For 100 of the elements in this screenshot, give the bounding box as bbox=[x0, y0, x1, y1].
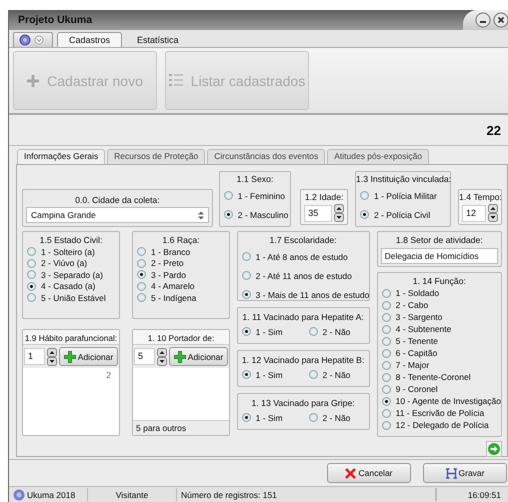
group-title: 0.0. Cidade da coleta: bbox=[74, 194, 161, 207]
option-label: 1 - Até 8 anos de estudo bbox=[256, 252, 348, 262]
group-title: 1. 10 Portador de: bbox=[133, 330, 229, 345]
plus-icon bbox=[27, 74, 40, 86]
radio-button[interactable] bbox=[242, 327, 251, 336]
radio-button[interactable] bbox=[382, 288, 391, 298]
radio-button[interactable] bbox=[308, 413, 318, 422]
city-dropdown[interactable]: Campina Grande bbox=[26, 207, 209, 223]
radio-button[interactable] bbox=[382, 336, 391, 346]
radio-button[interactable] bbox=[382, 324, 391, 334]
radio-button[interactable] bbox=[27, 270, 36, 280]
save-button[interactable]: Gravar bbox=[423, 463, 507, 483]
option-label: 4 - Subtenente bbox=[396, 324, 452, 334]
menu-tab[interactable]: Estatística bbox=[126, 33, 190, 47]
spin-up-button[interactable] bbox=[334, 204, 344, 213]
footer-label: 5 para outros bbox=[133, 420, 229, 435]
radio-button[interactable] bbox=[360, 210, 369, 219]
option-label: 1 - Soldado bbox=[396, 288, 440, 298]
time-field[interactable]: 12 bbox=[462, 204, 486, 222]
option-label: 2 - Preto bbox=[151, 258, 184, 268]
radio-button[interactable] bbox=[27, 282, 36, 291]
app-version: Ukuma 2018 bbox=[27, 490, 76, 500]
group-title: 1. 11 Vacinado para Hepatite A: bbox=[241, 311, 365, 324]
option-label: 2 - Polícia Civil bbox=[374, 210, 430, 220]
radio-button[interactable] bbox=[27, 293, 36, 302]
number-field[interactable]: 1 bbox=[24, 348, 45, 365]
radio-button[interactable] bbox=[382, 396, 391, 406]
radio-button[interactable] bbox=[27, 258, 36, 268]
radio-button[interactable] bbox=[242, 271, 251, 280]
spin-down-button[interactable] bbox=[157, 356, 167, 366]
close-button[interactable] bbox=[493, 12, 508, 28]
radio-button[interactable] bbox=[137, 258, 146, 268]
radio-button[interactable] bbox=[360, 191, 369, 200]
radio-button[interactable] bbox=[382, 348, 391, 358]
radio-button[interactable] bbox=[382, 420, 391, 430]
radio-button[interactable] bbox=[242, 290, 251, 299]
group-title: 1. 13 Vacinado para Gripe: bbox=[250, 397, 356, 410]
age-field[interactable]: 35 bbox=[304, 204, 332, 222]
menu-tab[interactable]: Cadastros bbox=[57, 32, 122, 47]
spin-down-button[interactable] bbox=[47, 356, 57, 366]
record-count: Número de registros: 151 bbox=[181, 490, 277, 500]
option-label: 1 - Branco bbox=[151, 246, 190, 257]
option-label: 1 - Sim bbox=[256, 412, 283, 423]
radio-button[interactable] bbox=[137, 293, 146, 302]
cancel-button[interactable]: Cancelar bbox=[327, 463, 411, 483]
group-title: 1.5 Estado Civil: bbox=[38, 234, 104, 246]
list-icon bbox=[168, 74, 183, 87]
number-field[interactable]: 5 bbox=[134, 348, 155, 365]
radio-button[interactable] bbox=[308, 327, 318, 336]
form-tab[interactable]: Recursos de Proteção bbox=[107, 149, 206, 164]
option-label: 2 - Não bbox=[322, 412, 350, 423]
add-button[interactable]: Adicionar bbox=[169, 347, 228, 366]
radio-button[interactable] bbox=[308, 370, 318, 380]
option-label: 2 - Não bbox=[322, 370, 350, 380]
radio-button[interactable] bbox=[137, 270, 146, 280]
next-button[interactable] bbox=[486, 441, 502, 457]
form-tab[interactable]: Informações Gerais bbox=[17, 149, 106, 164]
plus-icon bbox=[174, 350, 186, 362]
option-label: 2 - Masculino bbox=[238, 210, 288, 220]
option-label: 2 - Viúvo (a) bbox=[41, 258, 88, 268]
radio-button[interactable] bbox=[224, 191, 233, 200]
spin-down-button[interactable] bbox=[334, 213, 344, 222]
radio-button[interactable] bbox=[242, 370, 251, 380]
plus-icon bbox=[64, 350, 76, 362]
radio-button[interactable] bbox=[137, 282, 146, 291]
option-label: 3 - Mais de 11 anos de estudo bbox=[256, 290, 370, 300]
option-label: 4 - Amarelo bbox=[151, 281, 194, 292]
x-icon bbox=[345, 468, 356, 478]
radio-button[interactable] bbox=[382, 372, 391, 382]
radio-button[interactable] bbox=[382, 312, 391, 322]
radio-button[interactable] bbox=[382, 360, 391, 370]
radio-button[interactable] bbox=[27, 247, 36, 256]
group-title: 1.3 Instituição vinculada: bbox=[356, 173, 450, 186]
group-title: 1.2 Idade: bbox=[304, 191, 344, 204]
radio-button[interactable] bbox=[382, 408, 391, 418]
option-label: 5 - Tenente bbox=[396, 336, 438, 346]
form-tab[interactable]: Circunstâncias dos eventos bbox=[207, 149, 326, 164]
spin-up-button[interactable] bbox=[47, 348, 57, 356]
sector-field[interactable]: Delegacia de Homicídios bbox=[380, 248, 498, 264]
spin-down-button[interactable] bbox=[488, 213, 498, 222]
option-label: 3 - Pardo bbox=[151, 270, 186, 280]
radio-button[interactable] bbox=[382, 300, 391, 310]
app-menu-button[interactable] bbox=[13, 32, 53, 47]
add-button[interactable]: Adicionar bbox=[59, 347, 118, 366]
radio-button[interactable] bbox=[382, 384, 391, 394]
option-label: 6 - Capitão bbox=[396, 348, 438, 358]
radio-button[interactable] bbox=[242, 252, 251, 261]
radio-button[interactable] bbox=[137, 247, 146, 256]
save-icon bbox=[446, 468, 456, 478]
option-label: 1 - Sim bbox=[256, 326, 283, 337]
minimize-button[interactable] bbox=[475, 12, 491, 28]
radio-button[interactable] bbox=[224, 210, 233, 219]
form-tab[interactable]: Atitudes pós-exposição bbox=[327, 149, 430, 164]
window-title: Projeto Ukuma bbox=[17, 14, 92, 26]
spin-up-button[interactable] bbox=[157, 348, 167, 356]
radio-button[interactable] bbox=[242, 413, 251, 422]
spin-up-button[interactable] bbox=[488, 204, 498, 213]
group-title: 1.6 Raça: bbox=[161, 234, 201, 246]
group-title: 1.8 Setor de atividade: bbox=[394, 234, 484, 247]
list-item[interactable]: 2 bbox=[106, 370, 111, 380]
